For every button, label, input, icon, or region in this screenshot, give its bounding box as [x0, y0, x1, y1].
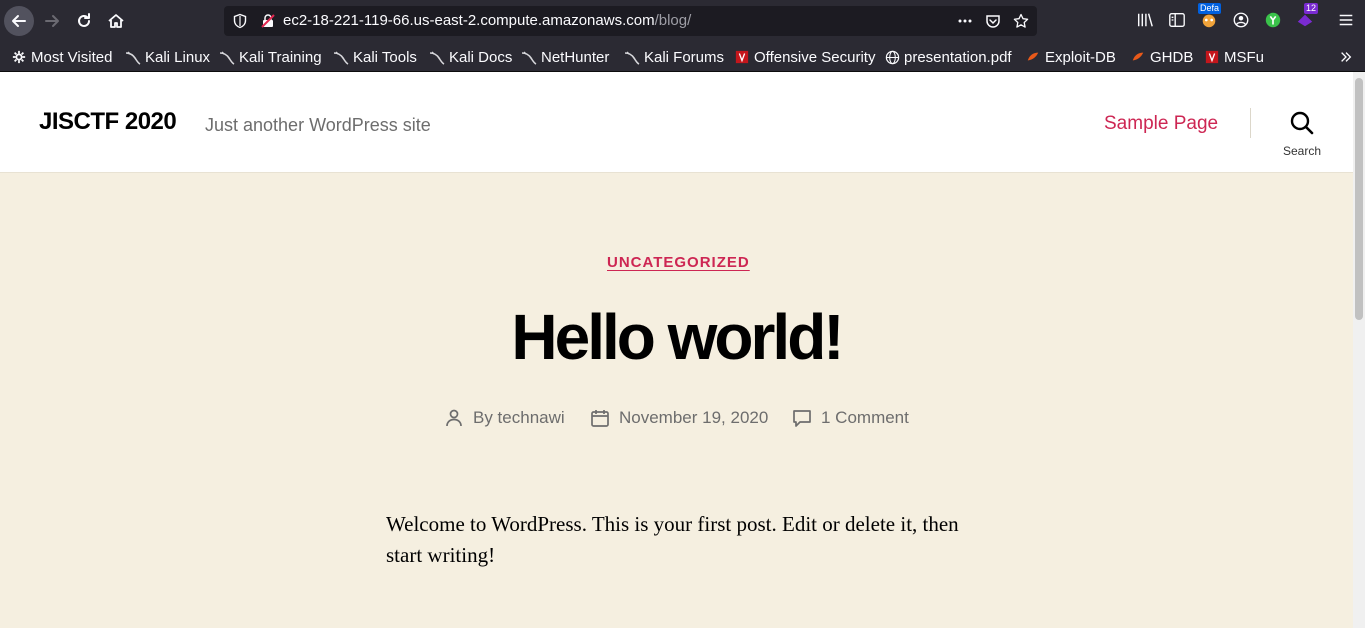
- comment-icon: [793, 410, 811, 427]
- bookmark-label: Kali Linux: [145, 48, 211, 66]
- hamburger-menu-icon: [1339, 14, 1353, 26]
- default-badge: Defa: [1198, 3, 1222, 14]
- search-toggle-button[interactable]: Search: [1278, 110, 1326, 160]
- user-icon: [446, 409, 462, 427]
- shield-icon[interactable]: [232, 13, 248, 29]
- bookmarks-toolbar: Most Visited Kali Linux Kali Training Ka…: [0, 42, 1365, 72]
- header-divider: [1250, 108, 1251, 138]
- bookmark-kali-docs[interactable]: Kali Docs: [429, 48, 512, 66]
- app-menu-button[interactable]: [1336, 10, 1356, 30]
- library-icon: [1137, 13, 1153, 27]
- green-extension-icon: [1265, 12, 1281, 28]
- post-body: Welcome to WordPress. This is your first…: [386, 512, 959, 567]
- comments-link[interactable]: 1 Comment: [821, 408, 909, 428]
- pocket-icon[interactable]: [985, 13, 1001, 29]
- bookmark-kali-linux[interactable]: Kali Linux: [125, 48, 210, 66]
- exploitdb-icon: [1025, 49, 1041, 65]
- bookmark-ghdb[interactable]: GHDB: [1130, 48, 1193, 66]
- arrow-left-icon: [12, 15, 26, 27]
- bookmark-nethunter[interactable]: NetHunter: [521, 48, 609, 66]
- kali-dragon-icon: [125, 49, 141, 65]
- page-scrollbar[interactable]: [1353, 72, 1365, 628]
- author-link[interactable]: By technawi: [473, 408, 565, 428]
- browser-toolbar: ec2-18-221-119-66.us-east-2.compute.amaz…: [0, 0, 1365, 42]
- url-host: ec2-18-221-119-66.us-east-2.compute.amaz…: [283, 12, 655, 29]
- account-icon: [1233, 12, 1249, 28]
- bookmark-label: presentation.pdf: [904, 48, 1012, 66]
- globe-icon: [884, 49, 900, 65]
- url-path: /blog/: [654, 12, 692, 29]
- sidebar-icon: [1169, 13, 1185, 27]
- forward-button[interactable]: [37, 6, 67, 36]
- more-actions-icon[interactable]: [957, 13, 973, 29]
- sidebar-button[interactable]: [1167, 10, 1187, 30]
- count-badge: 12: [1304, 3, 1319, 14]
- bookmark-label: Offensive Security: [754, 48, 876, 66]
- container-extension-button[interactable]: Defa: [1198, 3, 1222, 30]
- date-link[interactable]: November 19, 2020: [619, 408, 768, 428]
- offsec-icon: [734, 49, 750, 65]
- post-date: November 19, 2020: [590, 407, 768, 429]
- calendar-icon: [591, 410, 609, 427]
- post-title[interactable]: Hello world!: [0, 300, 1353, 374]
- offsec-icon: [1204, 49, 1220, 65]
- bookmark-offensive-security[interactable]: Offensive Security: [734, 48, 875, 66]
- kali-dragon-icon: [521, 49, 537, 65]
- bookmark-label: NetHunter: [541, 48, 610, 66]
- library-button[interactable]: [1135, 10, 1155, 30]
- search-label: Search: [1282, 144, 1322, 158]
- kali-dragon-icon: [219, 49, 235, 65]
- bookmark-kali-training[interactable]: Kali Training: [219, 48, 322, 66]
- menu-item-sample-page[interactable]: Sample Page: [1104, 113, 1218, 135]
- chevron-double-right-icon: [1338, 49, 1354, 65]
- bookmark-msfu[interactable]: MSFu: [1204, 48, 1264, 66]
- bookmark-presentation-pdf[interactable]: presentation.pdf: [884, 48, 1012, 66]
- home-icon: [108, 14, 124, 28]
- bookmark-label: Most Visited: [31, 48, 113, 66]
- reload-button[interactable]: [69, 6, 99, 36]
- bookmark-label: Exploit-DB: [1045, 48, 1116, 66]
- purple-extension-button[interactable]: 12: [1295, 3, 1319, 30]
- bookmark-label: Kali Forums: [644, 48, 725, 66]
- gear-icon: [11, 49, 27, 65]
- bookmark-label: Kali Tools: [353, 48, 417, 66]
- url-text[interactable]: ec2-18-221-119-66.us-east-2.compute.amaz…: [283, 12, 691, 29]
- green-extension-button[interactable]: [1263, 10, 1283, 30]
- exploitdb-icon: [1130, 49, 1146, 65]
- kali-dragon-icon: [333, 49, 349, 65]
- kali-dragon-icon: [624, 49, 640, 65]
- bookmark-label: Kali Training: [239, 48, 322, 66]
- scrollbar-thumb[interactable]: [1355, 78, 1363, 320]
- bookmarks-overflow-button[interactable]: [1338, 48, 1358, 66]
- search-icon: [1290, 111, 1314, 135]
- site-header: JISCTF 2020 Just another WordPress site …: [0, 72, 1353, 173]
- account-button[interactable]: [1231, 10, 1251, 30]
- reload-icon: [78, 13, 90, 27]
- post-category-link[interactable]: UNCATEGORIZED: [607, 254, 750, 271]
- bookmark-label: GHDB: [1150, 48, 1194, 66]
- bookmark-label: MSFu: [1224, 48, 1265, 66]
- url-bar[interactable]: ec2-18-221-119-66.us-east-2.compute.amaz…: [224, 6, 1037, 36]
- arrow-right-icon: [45, 15, 59, 27]
- kali-dragon-icon: [429, 49, 445, 65]
- bookmark-kali-tools[interactable]: Kali Tools: [333, 48, 417, 66]
- bookmark-exploit-db[interactable]: Exploit-DB: [1025, 48, 1116, 66]
- bookmark-star-icon[interactable]: [1013, 13, 1029, 29]
- site-title[interactable]: JISCTF 2020: [39, 108, 177, 136]
- home-button[interactable]: [101, 6, 131, 36]
- post-comments: 1 Comment: [792, 407, 909, 429]
- bookmark-label: Kali Docs: [449, 48, 513, 66]
- bookmark-kali-forums[interactable]: Kali Forums: [624, 48, 724, 66]
- site-description: Just another WordPress site: [205, 115, 431, 135]
- page-content: JISCTF 2020 Just another WordPress site …: [0, 72, 1353, 628]
- bookmark-most-visited[interactable]: Most Visited: [11, 48, 112, 66]
- back-button[interactable]: [4, 6, 34, 36]
- post-author: By technawi: [444, 407, 565, 429]
- insecure-lock-icon[interactable]: [260, 13, 276, 29]
